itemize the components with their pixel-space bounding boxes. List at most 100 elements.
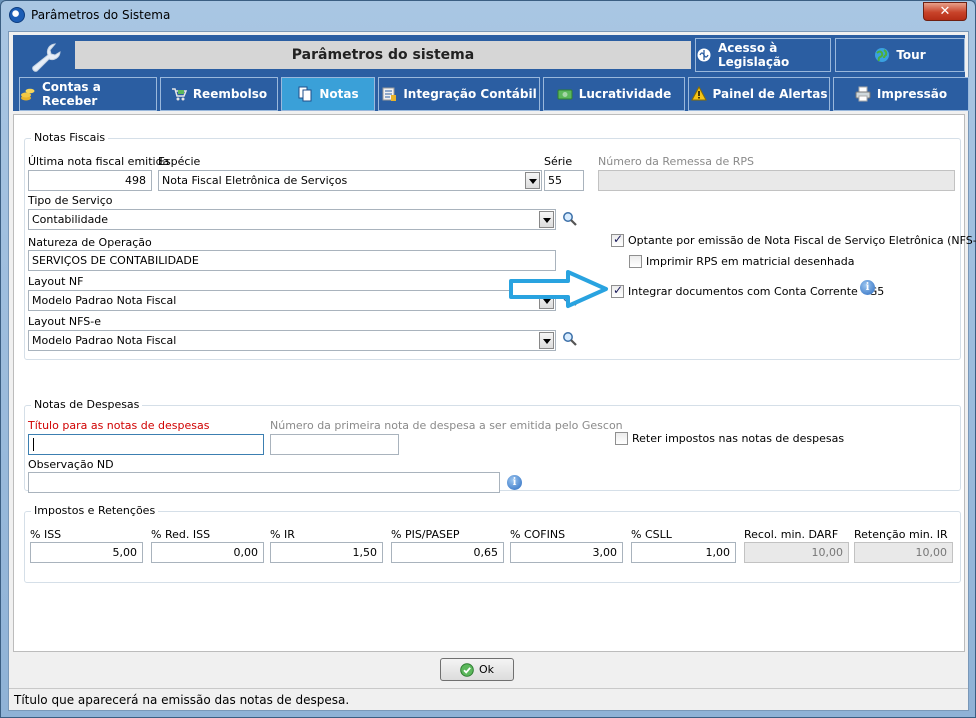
serie-label: Série: [544, 155, 573, 168]
tour-label: Tour: [896, 48, 926, 62]
optante-nfse-label: Optante por emissão de Nota Fiscal de Se…: [628, 234, 976, 247]
title-bar: Parâmetros do Sistema ✕: [1, 1, 975, 31]
layout-nf-label: Layout NF: [28, 275, 84, 288]
tour-button[interactable]: Tour: [835, 38, 965, 72]
tab-integracao-contabil[interactable]: Integração Contábil: [378, 77, 540, 111]
legislacao-label: Acesso à Legislação: [718, 41, 790, 69]
pis-pasep-input[interactable]: 0,65: [391, 542, 504, 563]
layout-nfse-select[interactable]: Modelo Padrao Nota Fiscal: [28, 330, 556, 351]
chevron-down-icon[interactable]: [539, 332, 554, 349]
ultima-nota-label: Última nota fiscal emitida: [28, 155, 170, 168]
cofins-label: % COFINS: [510, 528, 566, 541]
tab-label: Lucratividade: [578, 87, 672, 101]
layout-nfse-value: Modelo Padrao Nota Fiscal: [32, 334, 177, 347]
recol-darf-label: Recol. min. DARF: [744, 528, 839, 541]
especie-value: Nota Fiscal Eletrônica de Serviços: [162, 174, 348, 187]
ultima-nota-input[interactable]: 498: [28, 170, 152, 191]
content-panel: Notas Fiscais Última nota fiscal emitida…: [13, 114, 976, 652]
window-title: Parâmetros do Sistema: [31, 8, 171, 22]
observacao-label: Observação ND: [28, 458, 114, 471]
tab-label: Notas: [319, 87, 359, 101]
tab-label: Painel de Alertas: [712, 87, 828, 101]
tab-notas[interactable]: Notas: [281, 77, 375, 111]
optante-nfse-checkbox[interactable]: [611, 232, 624, 247]
brain-icon: [697, 48, 711, 62]
chevron-down-icon[interactable]: [525, 172, 540, 189]
arrow-annotation-icon: [509, 270, 608, 308]
legislacao-button[interactable]: Acesso à Legislação: [695, 38, 831, 72]
info-icon[interactable]: i: [507, 475, 522, 490]
tab-label: Contas a Receber: [42, 80, 101, 108]
layout-nf-select[interactable]: Modelo Padrao Nota Fiscal: [28, 290, 556, 311]
tipo-servico-select[interactable]: Contabilidade: [28, 209, 556, 230]
pis-pasep-label: % PIS/PASEP: [391, 528, 460, 541]
tab-bar: Contas a Receber Reembolso Notas Integra…: [17, 77, 969, 111]
tab-label: Reembolso: [192, 87, 268, 101]
header: Parâmetros do sistema Acesso à Legislaçã…: [13, 35, 969, 111]
ir-input[interactable]: 1,50: [270, 542, 383, 563]
group-label: Notas Fiscais: [31, 131, 109, 144]
money-icon: [557, 89, 573, 100]
reter-impostos-label: Reter impostos nas notas de despesas: [632, 432, 845, 445]
natureza-label: Natureza de Operação: [28, 236, 152, 249]
especie-label: Espécie: [158, 155, 201, 168]
especie-select[interactable]: Nota Fiscal Eletrônica de Serviços: [158, 170, 542, 191]
coins-icon: [21, 88, 35, 101]
iss-label: % ISS: [30, 528, 62, 541]
tab-reembolso[interactable]: Reembolso: [160, 77, 278, 111]
retencao-ir-input: 10,00: [854, 542, 953, 563]
tab-painel-de-alertas[interactable]: Painel de Alertas: [688, 77, 830, 111]
printer-icon: [855, 86, 871, 102]
tab-contas-a-receber[interactable]: Contas a Receber: [19, 77, 157, 111]
csll-input[interactable]: 1,00: [631, 542, 736, 563]
layout-nfse-label: Layout NFS-e: [28, 315, 101, 328]
imprimir-rps-checkbox[interactable]: [629, 255, 642, 268]
status-bar: Título que aparecerá na emissão das nota…: [9, 688, 968, 710]
csll-label: % CSLL: [631, 528, 672, 541]
layout-nf-value: Modelo Padrao Nota Fiscal: [32, 294, 177, 307]
ledger-icon: [382, 87, 397, 101]
reter-impostos-checkbox[interactable]: [615, 432, 628, 445]
page-title: Parâmetros do sistema: [75, 41, 691, 69]
observacao-input[interactable]: [28, 472, 500, 493]
primeira-nota-label: Número da primeira nota de despesa a ser…: [270, 419, 623, 432]
tipo-servico-value: Contabilidade: [32, 213, 109, 226]
serie-input[interactable]: 55: [544, 170, 584, 191]
documents-icon: [298, 86, 312, 102]
integrar-docs-label: Integrar documentos com Conta Corrente -…: [628, 285, 885, 298]
window: Parâmetros do Sistema ✕ Parâmetros do si…: [0, 0, 976, 718]
natureza-input[interactable]: SERVIÇOS DE CONTABILIDADE: [28, 250, 556, 271]
imprimir-rps-label: Imprimir RPS em matricial desenhada: [646, 255, 855, 268]
chevron-down-icon[interactable]: [539, 211, 554, 228]
iss-input[interactable]: 5,00: [30, 542, 143, 563]
group-label: Impostos e Retenções: [31, 504, 159, 517]
titulo-despesas-label: Título para as notas de despesas: [28, 419, 210, 432]
red-iss-input[interactable]: 0,00: [151, 542, 264, 563]
tipo-servico-label: Tipo de Serviço: [28, 194, 113, 207]
warning-icon: [690, 86, 707, 101]
titulo-despesas-input[interactable]: [28, 434, 264, 455]
wrench-icon: [32, 43, 61, 72]
tab-impressao[interactable]: Impressão: [833, 77, 969, 111]
globe-icon: [875, 48, 890, 62]
tab-lucratividade[interactable]: Lucratividade: [543, 77, 685, 111]
app-icon: [9, 7, 25, 23]
tab-label: Impressão: [876, 87, 948, 101]
recol-darf-input: 10,00: [744, 542, 849, 563]
retencao-ir-label: Retenção min. IR: [854, 528, 948, 541]
remessa-rps-input: [598, 170, 955, 191]
ir-label: % IR: [270, 528, 295, 541]
search-icon[interactable]: [562, 211, 578, 227]
cofins-input[interactable]: 3,00: [510, 542, 623, 563]
integrar-docs-checkbox[interactable]: [611, 283, 624, 298]
ok-label: Ok: [478, 663, 495, 676]
text-caret: [33, 438, 34, 451]
close-button[interactable]: ✕: [923, 2, 967, 21]
info-icon[interactable]: i: [860, 280, 875, 295]
primeira-nota-input[interactable]: [270, 434, 399, 455]
check-circle-icon: [460, 662, 474, 677]
cart-icon: [171, 88, 187, 101]
search-icon[interactable]: [562, 331, 578, 347]
remessa-rps-label: Número da Remessa de RPS: [598, 155, 755, 168]
ok-button[interactable]: Ok: [440, 658, 514, 681]
